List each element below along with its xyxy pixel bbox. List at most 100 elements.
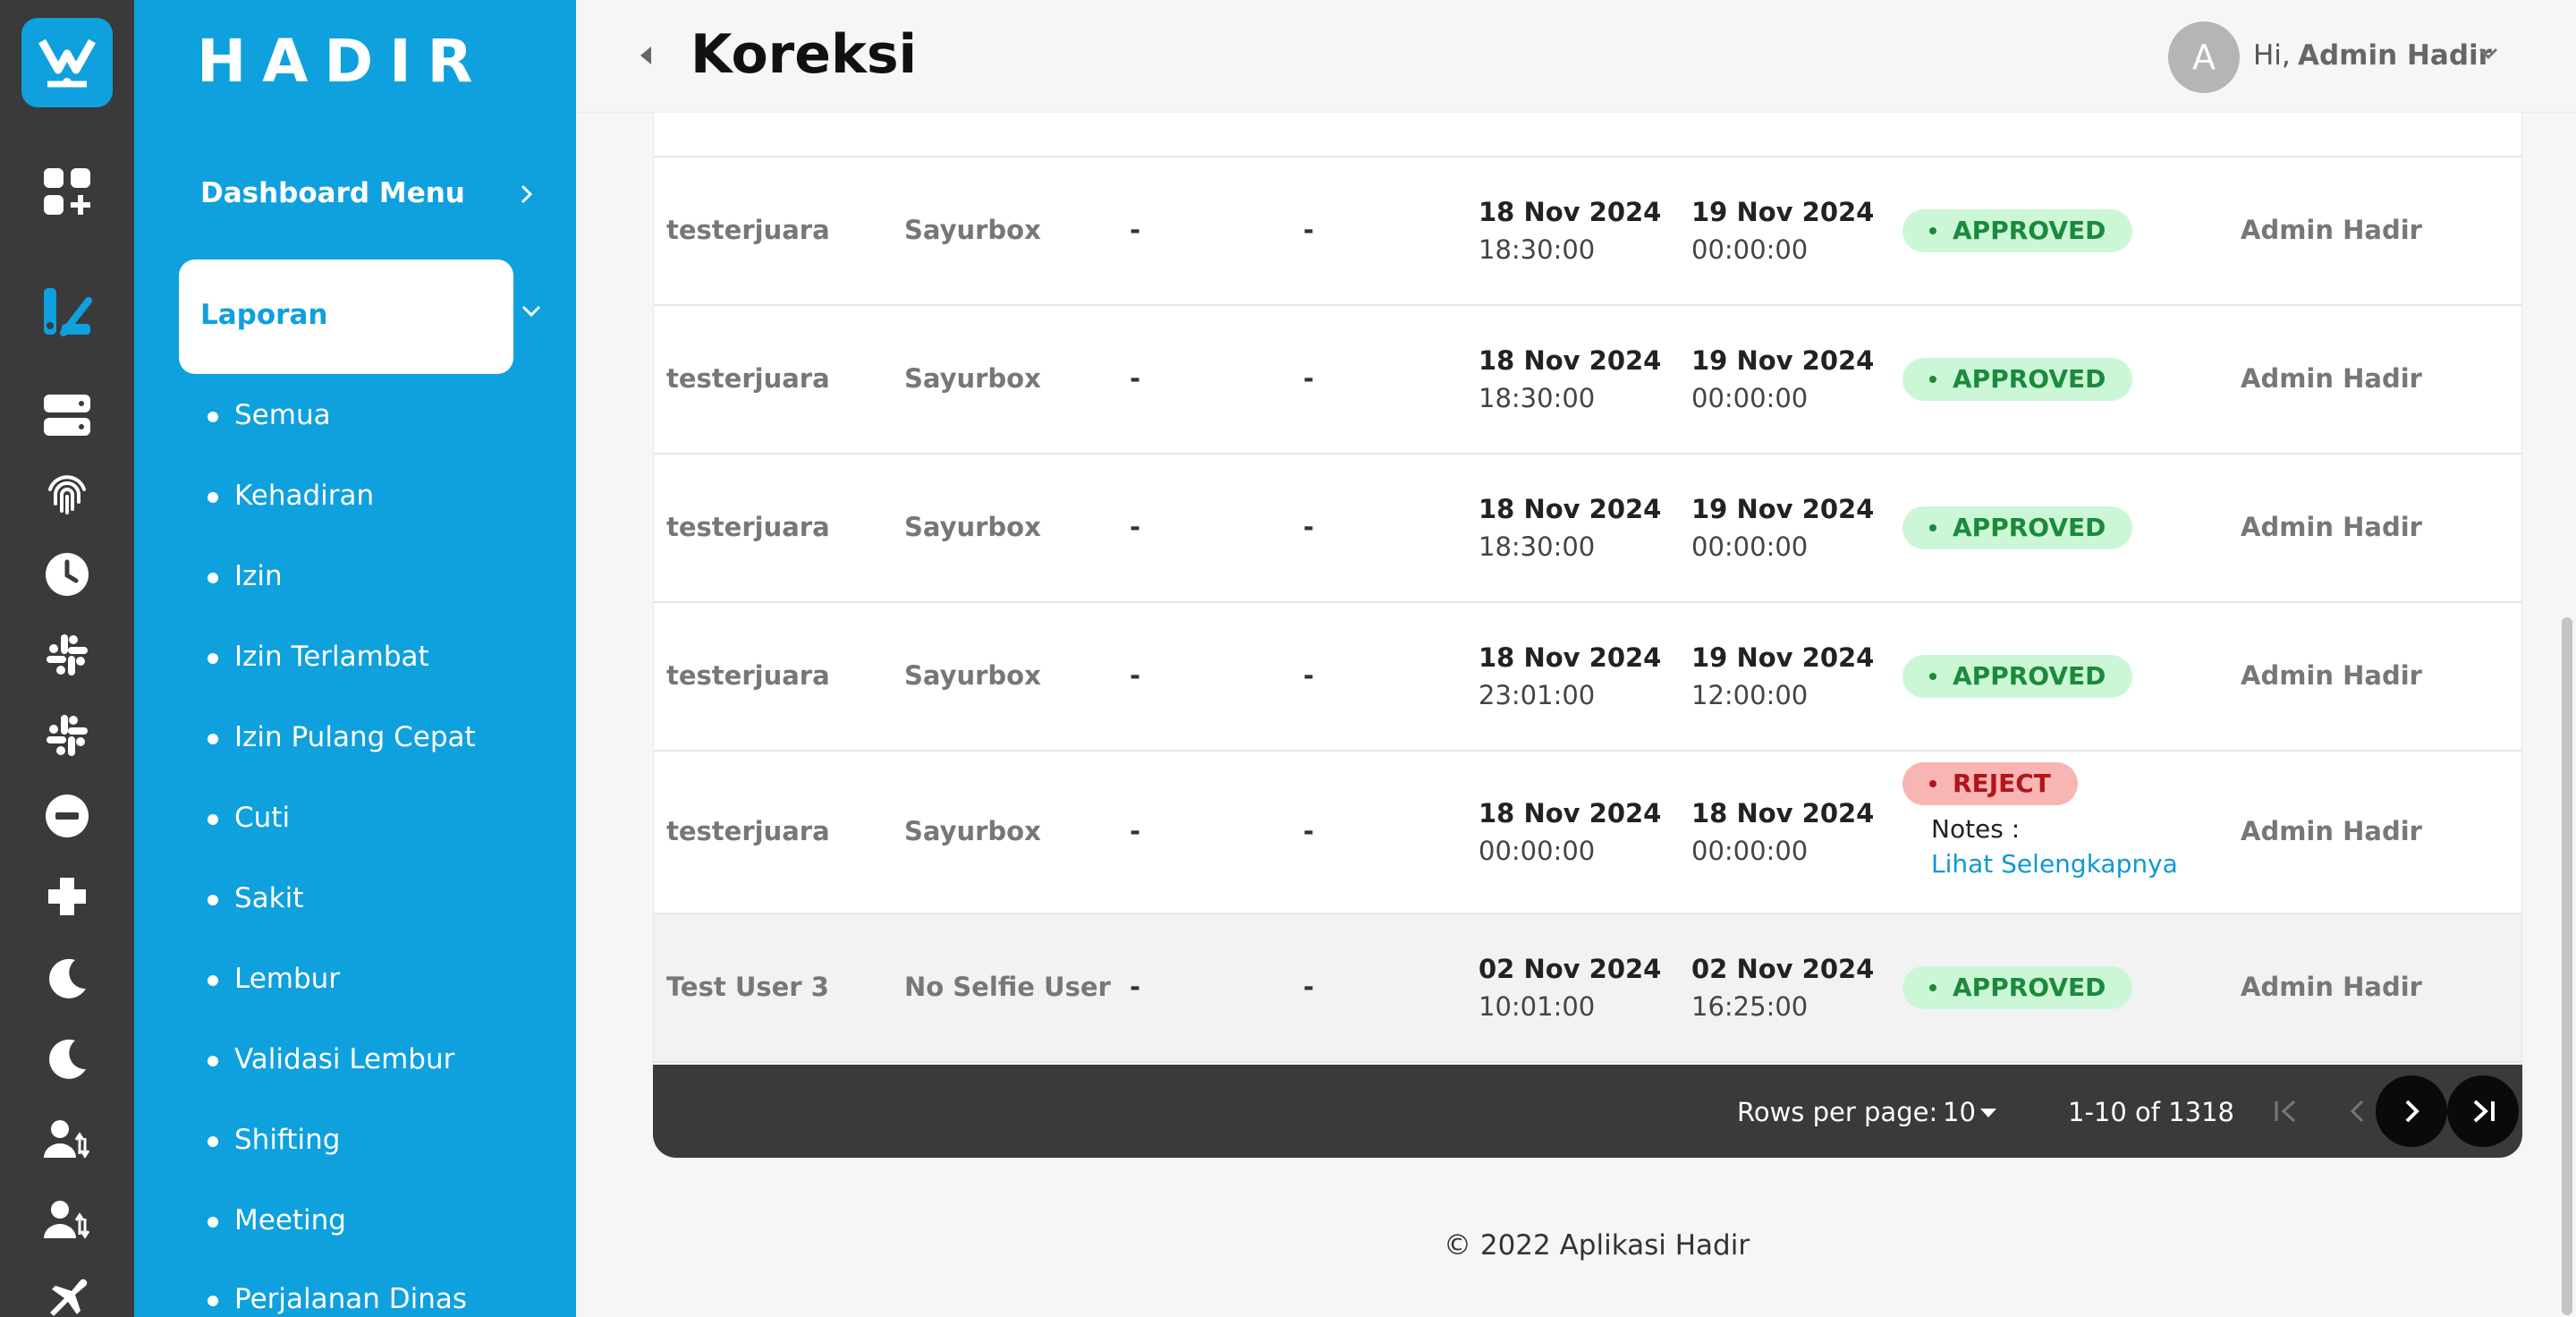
table-row[interactable]: testerjuara Sayurbox - - 18 Nov 2024 00:0…	[653, 752, 2522, 914]
next-page-button[interactable]	[2376, 1075, 2447, 1147]
nav-sub-item[interactable]: Shifting	[207, 1124, 340, 1156]
plus-cross-icon[interactable]	[40, 870, 94, 923]
cell-start: 18 Nov 2024 18:30:00	[1479, 193, 1661, 268]
cell-approver: Admin Hadir	[2241, 512, 2422, 542]
cell-end: 19 Nov 2024 00:00:00	[1691, 490, 1874, 565]
end-date: 19 Nov 2024	[1691, 494, 1875, 524]
table-row	[653, 113, 2522, 157]
last-page-button[interactable]	[2447, 1075, 2519, 1147]
collapse-sidebar-icon[interactable]	[640, 47, 651, 64]
cell-dash: -	[1303, 363, 1315, 394]
chevron-left-icon	[2350, 1100, 2364, 1123]
page-range: 1-10 of 1318	[2068, 1097, 2235, 1127]
chevron-right-icon[interactable]	[519, 183, 535, 206]
slack-icon[interactable]	[40, 628, 94, 682]
app-logo-icon[interactable]	[21, 18, 113, 107]
sidebar-nav: HADIR Dashboard Menu Laporan Semua Kehad…	[134, 0, 576, 1317]
start-time: 18:30:00	[1479, 234, 1596, 265]
nav-sub-item[interactable]: Validasi Lembur	[207, 1043, 454, 1075]
status-badge: REJECT	[1902, 762, 2078, 805]
end-time: 00:00:00	[1691, 234, 1809, 265]
nav-sub-item[interactable]: Semua	[208, 399, 331, 431]
cell-approver: Admin Hadir	[2241, 215, 2422, 245]
report-icon[interactable]	[40, 285, 94, 338]
user-menu[interactable]: Admin Hadir	[2298, 39, 2492, 72]
cell-company: Sayurbox	[904, 215, 1041, 245]
caret-down-icon[interactable]	[1980, 1109, 1996, 1117]
first-page-button[interactable]	[2250, 1075, 2322, 1147]
first-page-icon	[2275, 1100, 2296, 1123]
cell-dash: -	[1303, 660, 1315, 691]
status-badge: APPROVED	[1902, 358, 2133, 401]
table-row[interactable]: testerjuara Sayurbox - - 18 Nov 2024 18:3…	[653, 455, 2522, 603]
cell-end: 02 Nov 2024 16:25:00	[1691, 950, 1874, 1025]
avatar[interactable]: A	[2168, 21, 2240, 93]
table-row[interactable]: testerjuara Sayurbox - - 18 Nov 2024 18:3…	[653, 306, 2522, 455]
cell-name: Test User 3	[666, 972, 829, 1002]
copyright-text: © 2022 Aplikasi Hadir	[1444, 1229, 1750, 1262]
user-transfer-icon[interactable]	[40, 1113, 94, 1167]
table-row[interactable]: Test User 3 No Selfie User - - 02 Nov 20…	[653, 914, 2522, 1063]
end-date: 18 Nov 2024	[1691, 798, 1875, 828]
end-time: 00:00:00	[1691, 531, 1809, 562]
nav-sub-item[interactable]: Perjalanan Dinas	[207, 1283, 467, 1315]
nav-sub-item[interactable]: Lembur	[207, 963, 340, 995]
cell-end: 19 Nov 2024 00:00:00	[1691, 342, 1874, 417]
start-date: 18 Nov 2024	[1479, 197, 1662, 227]
user-transfer-alt-icon[interactable]	[40, 1194, 94, 1247]
moon-alt-icon[interactable]	[40, 1032, 94, 1086]
top-header: Koreksi A Hi, Admin Hadir	[576, 0, 2576, 113]
chevron-right-icon	[2405, 1100, 2419, 1123]
dashboard-add-icon[interactable]	[40, 165, 94, 218]
end-time: 12:00:00	[1691, 680, 1809, 710]
status-badge: APPROVED	[1902, 966, 2133, 1009]
icon-rail	[0, 0, 134, 1317]
clock-icon[interactable]	[40, 548, 94, 601]
airplane-icon[interactable]	[40, 1269, 94, 1317]
start-date: 18 Nov 2024	[1479, 798, 1662, 828]
nav-sub-item[interactable]: Izin Pulang Cepat	[208, 721, 476, 753]
nav-sub-item[interactable]: Izin Terlambat	[208, 641, 429, 673]
chevron-down-icon[interactable]	[2478, 47, 2499, 61]
start-time: 18:30:00	[1479, 383, 1596, 413]
cell-dash: -	[1303, 512, 1315, 542]
status-badge: APPROVED	[1902, 209, 2133, 252]
cell-name: testerjuara	[666, 363, 830, 394]
fingerprint-icon[interactable]	[40, 467, 94, 521]
nav-dashboard-menu[interactable]: Dashboard Menu	[200, 177, 465, 209]
minus-circle-icon[interactable]	[40, 789, 94, 843]
chevron-down-icon[interactable]	[521, 304, 542, 319]
cell-approver: Admin Hadir	[2241, 660, 2422, 691]
cell-name: testerjuara	[666, 816, 830, 846]
server-icon[interactable]	[40, 388, 94, 442]
pagination-bar: Rows per page: 10 1-10 of 1318	[653, 1065, 2522, 1158]
end-date: 19 Nov 2024	[1691, 197, 1875, 227]
notes-label: Notes :	[1931, 814, 2021, 844]
page-title: Koreksi	[691, 23, 918, 86]
rows-per-page-select[interactable]: 10	[1943, 1097, 1976, 1127]
cell-name: testerjuara	[666, 215, 830, 245]
cell-start: 18 Nov 2024 18:30:00	[1479, 490, 1661, 565]
nav-sub-item[interactable]: Cuti	[207, 802, 290, 834]
cell-end: 19 Nov 2024 00:00:00	[1691, 193, 1874, 268]
moon-icon[interactable]	[40, 952, 94, 1006]
nav-sub-item[interactable]: Sakit	[207, 882, 303, 914]
start-time: 18:30:00	[1479, 531, 1596, 562]
table-row[interactable]: testerjuara Sayurbox - - 18 Nov 2024 23:0…	[653, 603, 2522, 752]
cell-dash: -	[1130, 512, 1141, 542]
nav-sub-item[interactable]: Meeting	[208, 1204, 346, 1236]
see-more-link[interactable]: Lihat Selengkapnya	[1931, 849, 2178, 879]
last-page-icon	[2473, 1100, 2495, 1123]
greeting: Hi,	[2253, 39, 2291, 72]
table-row[interactable]: testerjuara Sayurbox - - 18 Nov 2024 18:3…	[653, 157, 2522, 306]
page-scrollbar[interactable]	[2562, 617, 2572, 1315]
slack-alt-icon[interactable]	[40, 709, 94, 762]
cell-dash: -	[1303, 816, 1315, 846]
nav-sub-item[interactable]: Izin	[208, 560, 283, 592]
cell-company: Sayurbox	[904, 512, 1041, 542]
cell-start: 18 Nov 2024 23:01:00	[1479, 639, 1661, 714]
nav-sub-item[interactable]: Kehadiran	[207, 480, 374, 512]
start-date: 18 Nov 2024	[1479, 345, 1662, 376]
nav-laporan[interactable]: Laporan	[179, 259, 513, 374]
cell-start: 02 Nov 2024 10:01:00	[1479, 950, 1661, 1025]
